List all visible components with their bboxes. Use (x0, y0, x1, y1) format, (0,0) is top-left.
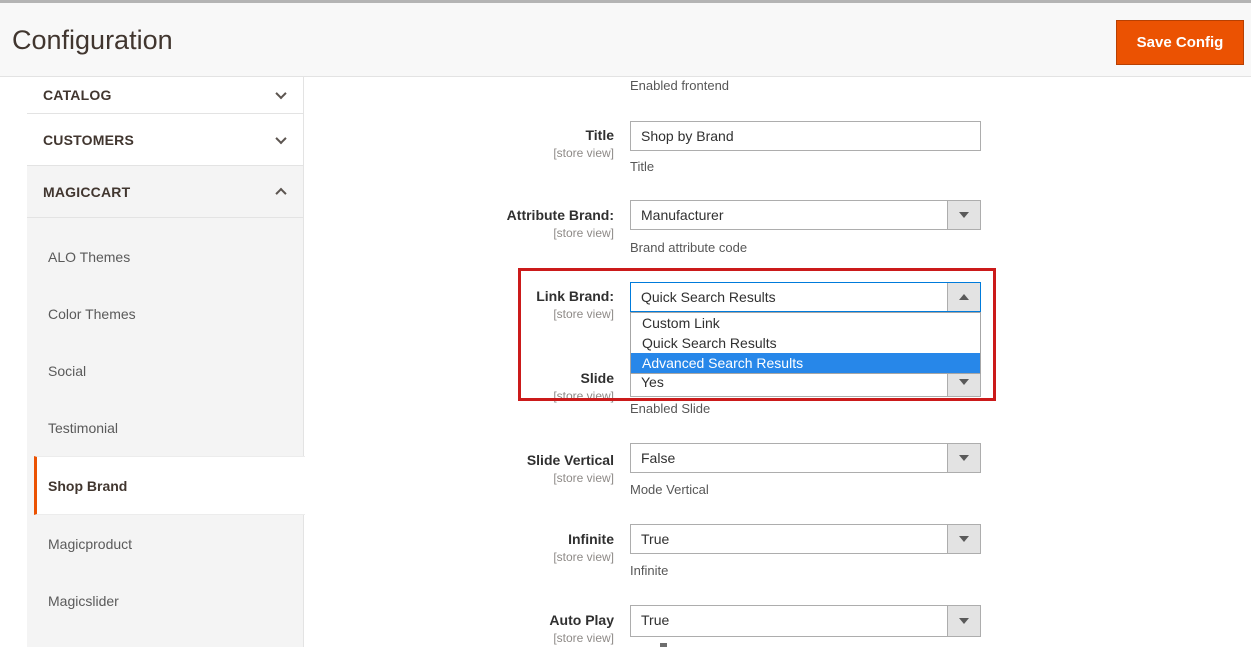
field-scope-text: [store view] (430, 550, 614, 564)
auto-play-select[interactable]: True (630, 605, 981, 637)
save-config-button[interactable]: Save Config (1116, 20, 1244, 65)
selected-option-text: Manufacturer (641, 201, 944, 229)
field-label-text: Infinite (430, 531, 614, 548)
select-arrow-button[interactable] (947, 606, 980, 636)
field-scope-text: [store view] (430, 226, 614, 240)
link-brand-dropdown-list: Custom Link Quick Search Results Advance… (630, 312, 981, 374)
field-label-text: Slide Vertical (430, 452, 614, 469)
section-label: MAGICCART (43, 184, 130, 200)
sidebar-item-magicslider[interactable]: Magicslider (27, 572, 303, 629)
magiccart-subsections: ALO Themes Color Themes Social Testimoni… (27, 218, 303, 629)
cut-off-comment-fragment (660, 643, 667, 647)
section-label: CATALOG (43, 87, 112, 103)
select-arrow-button[interactable] (947, 283, 980, 311)
attribute-brand-field-label: Attribute Brand: [store view] (430, 207, 614, 240)
page-title: Configuration (12, 25, 173, 56)
selected-option-text: False (641, 444, 944, 472)
sidebar-item-social[interactable]: Social (27, 342, 303, 399)
sidebar-item-magicproduct[interactable]: Magicproduct (27, 515, 303, 572)
enabled-frontend-comment: Enabled frontend (630, 78, 729, 93)
select-arrow-button[interactable] (947, 201, 980, 229)
page-header: Configuration Save Config (0, 3, 1251, 77)
field-scope-text: [store view] (430, 307, 614, 321)
title-field-label: Title [store view] (430, 127, 614, 160)
title-comment: Title (630, 159, 654, 174)
attribute-brand-comment: Brand attribute code (630, 240, 747, 255)
field-scope-text: [store view] (430, 631, 614, 645)
sidebar-item-shop-brand[interactable]: Shop Brand (34, 456, 306, 515)
field-label-text: Auto Play (430, 612, 614, 629)
chevron-down-icon (275, 88, 286, 99)
infinite-select[interactable]: True (630, 524, 981, 554)
title-input[interactable] (630, 121, 981, 151)
config-navigation-sidebar: CATALOG CUSTOMERS MAGICCART ALO Themes C… (27, 77, 304, 647)
selected-option-text: True (641, 525, 944, 553)
slide-vertical-field-label: Slide Vertical [store view] (430, 452, 614, 485)
sidebar-section-catalog[interactable]: CATALOG (27, 77, 303, 114)
auto-play-field-label: Auto Play [store view] (430, 612, 614, 645)
field-label-text: Title (430, 127, 614, 144)
infinite-comment: Infinite (630, 563, 668, 578)
field-scope-text: [store view] (430, 146, 614, 160)
caret-down-icon (959, 212, 969, 218)
select-arrow-button[interactable] (947, 525, 980, 553)
selected-option-text: True (641, 606, 944, 636)
sidebar-item-testimonial[interactable]: Testimonial (27, 399, 303, 456)
chevron-up-icon (275, 187, 286, 198)
slide-vertical-comment: Mode Vertical (630, 482, 709, 497)
slide-field-label: Slide [store view] (430, 370, 614, 403)
field-label-text: Link Brand: (430, 288, 614, 305)
dropdown-option-custom-link[interactable]: Custom Link (631, 313, 980, 333)
caret-down-icon (959, 536, 969, 542)
caret-down-icon (959, 618, 969, 624)
field-scope-text: [store view] (430, 389, 614, 403)
select-arrow-button[interactable] (947, 444, 980, 472)
sidebar-item-alo-themes[interactable]: ALO Themes (27, 228, 303, 285)
selected-option-text: Quick Search Results (641, 283, 944, 311)
caret-up-icon (959, 294, 969, 300)
caret-down-icon (959, 455, 969, 461)
link-brand-select[interactable]: Quick Search Results (630, 282, 981, 312)
sidebar-section-customers[interactable]: CUSTOMERS (27, 114, 303, 166)
dropdown-option-quick-search-results[interactable]: Quick Search Results (631, 333, 980, 353)
caret-down-icon (959, 379, 969, 385)
dropdown-option-advanced-search-results[interactable]: Advanced Search Results (631, 353, 980, 373)
chevron-down-icon (275, 132, 286, 143)
field-label-text: Slide (430, 370, 614, 387)
link-brand-field-label: Link Brand: [store view] (430, 288, 614, 321)
slide-comment: Enabled Slide (630, 401, 710, 416)
attribute-brand-select[interactable]: Manufacturer (630, 200, 981, 230)
field-label-text: Attribute Brand: (430, 207, 614, 224)
sidebar-item-color-themes[interactable]: Color Themes (27, 285, 303, 342)
sidebar-section-magiccart[interactable]: MAGICCART (27, 166, 303, 218)
section-label: CUSTOMERS (43, 132, 134, 148)
infinite-field-label: Infinite [store view] (430, 531, 614, 564)
field-scope-text: [store view] (430, 471, 614, 485)
slide-vertical-select[interactable]: False (630, 443, 981, 473)
